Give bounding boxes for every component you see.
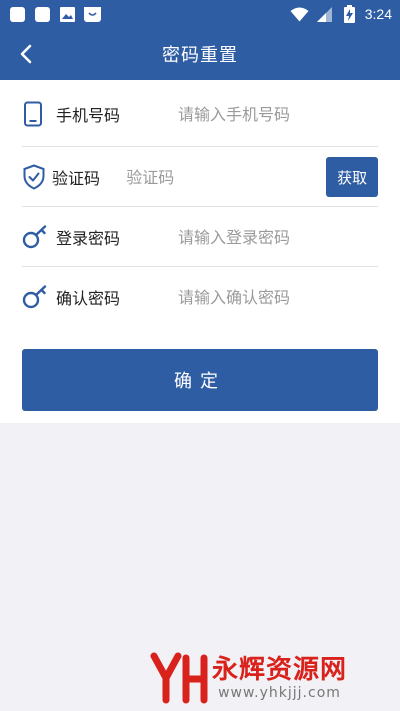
login-password-row: 登录密码 [22, 207, 378, 267]
shield-check-icon [22, 163, 46, 191]
status-system-icons: 3:24 [290, 5, 392, 24]
status-time: 3:24 [364, 6, 392, 22]
page-title: 密码重置 [162, 45, 238, 66]
app-square-icon [8, 5, 27, 24]
back-chevron-icon [20, 44, 32, 64]
phone-input[interactable] [178, 94, 378, 134]
login-password-label: 登录密码 [56, 229, 121, 248]
shopping-bag-icon [83, 5, 102, 24]
phone-label: 手机号码 [56, 106, 121, 125]
get-code-button[interactable]: 获取 [326, 157, 378, 197]
phone-icon [22, 100, 50, 128]
watermark-name: 永辉资源网 [212, 655, 348, 685]
app-square-icon [33, 5, 52, 24]
verification-code-label: 验证码 [52, 169, 101, 188]
watermark-text: 永辉资源网 www.yhkjjj.com [212, 655, 347, 701]
wifi-icon [290, 5, 309, 24]
confirm-password-row: 确认密码 [22, 267, 378, 327]
reset-password-form: 手机号码 验证码 获取 登录密码 确认密码 确定 [0, 80, 400, 423]
confirm-button[interactable]: 确定 [22, 349, 378, 411]
login-password-input[interactable] [178, 217, 378, 257]
phone-row: 手机号码 [22, 84, 378, 144]
key-icon [22, 223, 50, 251]
back-button[interactable] [14, 42, 38, 66]
status-notification-icons [8, 5, 102, 24]
confirm-password-label: 确认密码 [56, 289, 121, 308]
key-icon [22, 283, 50, 311]
confirm-password-input[interactable] [178, 277, 378, 317]
watermark-logo [150, 652, 208, 704]
watermark: 永辉资源网 www.yhkjjj.com [150, 648, 382, 708]
watermark-url: www.yhkjjj.com [218, 685, 341, 701]
status-bar: 3:24 [0, 0, 400, 28]
image-icon [58, 5, 77, 24]
verification-code-row: 验证码 获取 [22, 147, 378, 207]
verification-code-input[interactable] [126, 157, 327, 197]
app-header: 密码重置 [0, 28, 400, 80]
battery-charging-icon [340, 5, 359, 24]
signal-icon [315, 5, 334, 24]
